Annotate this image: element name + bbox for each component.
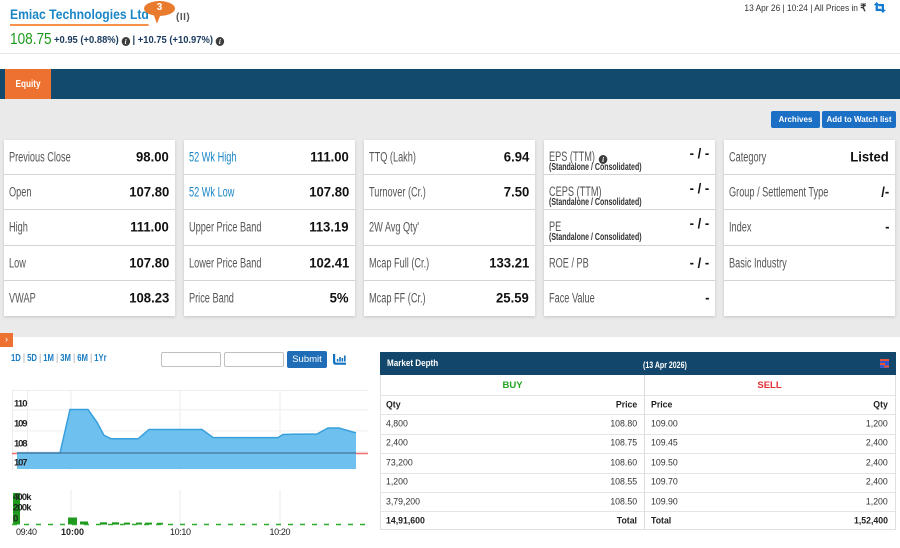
svg-text:108: 108 [14, 438, 28, 449]
svg-text:10:00: 10:00 [61, 527, 84, 537]
svg-text:110: 110 [14, 399, 28, 410]
svg-text:10:10: 10:10 [170, 527, 191, 537]
svg-text:10:20: 10:20 [270, 527, 291, 537]
svg-text:109: 109 [14, 419, 28, 430]
svg-text:0: 0 [13, 514, 18, 525]
svg-text:09:40: 09:40 [16, 527, 37, 537]
svg-text:200k: 200k [13, 502, 32, 513]
svg-text:107: 107 [14, 458, 28, 469]
